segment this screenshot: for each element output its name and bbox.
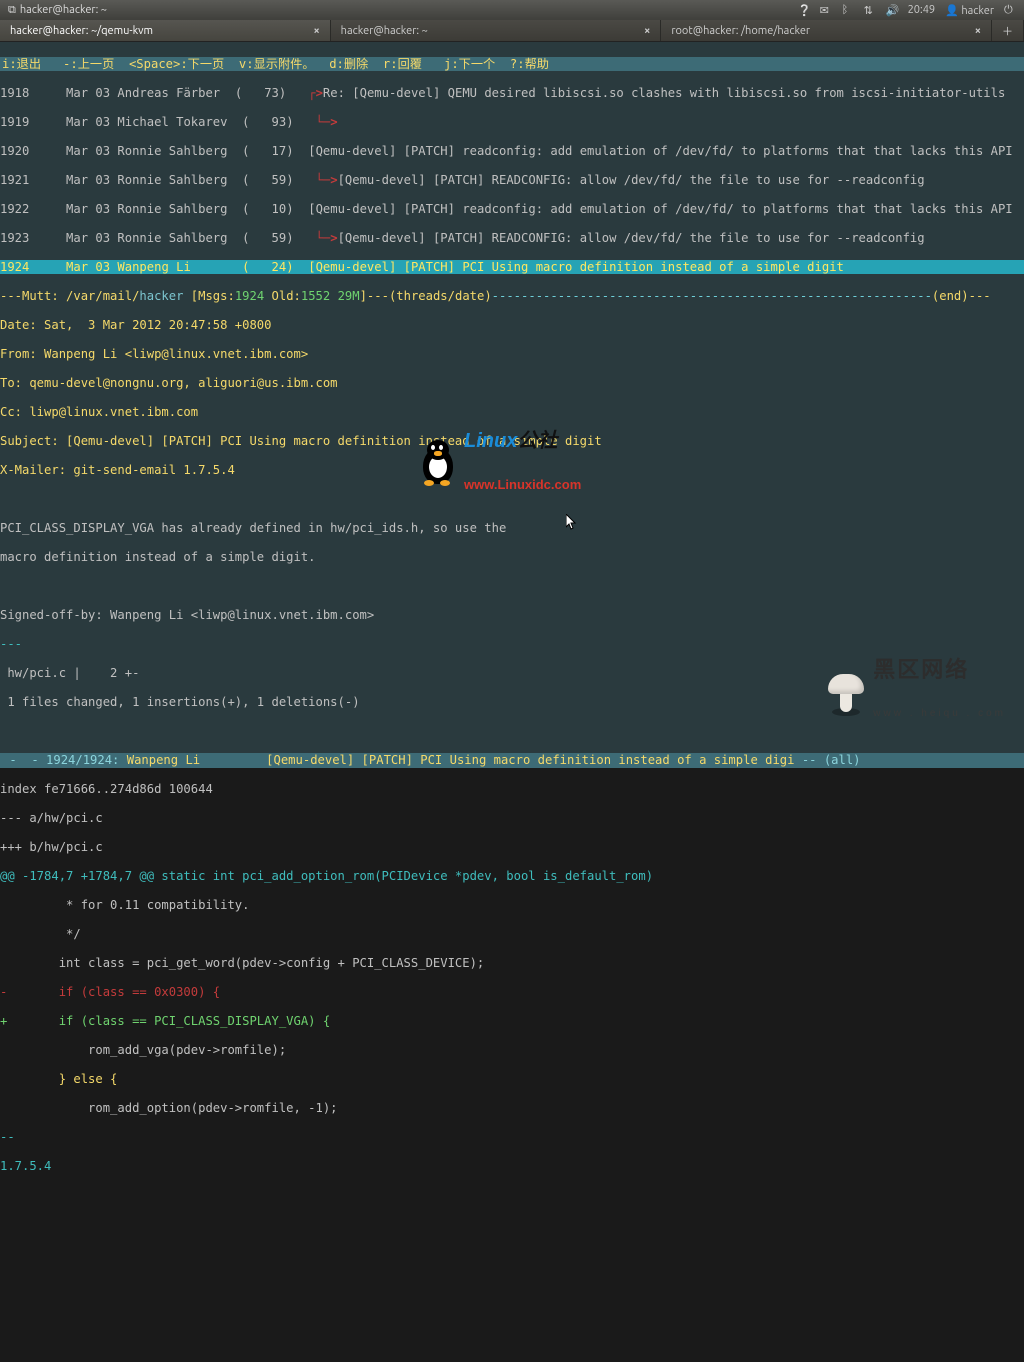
mail-icon[interactable]: ✉ [820,4,832,16]
close-tab-icon[interactable]: × [313,25,319,37]
mail-index-row[interactable]: 1921 Mar 03 Ronnie Sahlberg ( 59) └─>[Qe… [0,173,1024,188]
mail-index-row[interactable]: 1920 Mar 03 Ronnie Sahlberg ( 17) [Qemu-… [0,144,1024,159]
window-app-icon: ⧉ [8,4,16,17]
mutt-status-line: ---Mutt: /var/mail/hacker [Msgs:1924 Old… [0,289,1024,304]
mail-body [0,492,1024,507]
terminal-tab-1[interactable]: hacker@hacker: ~/qemu-kvm × [0,20,331,41]
volume-icon[interactable]: 🔊 [886,4,898,16]
os-titlebar: ⧉ hacker@hacker: ~ ❔ ✉ ᛒ ⇅ 🔊 20:49 👤 hac… [0,0,1024,20]
mutt-pager-status: - - 1924/1924: Wanpeng Li [Qemu-devel] [… [0,753,1024,768]
mail-header-xmailer: X-Mailer: git-send-email 1.7.5.4 [0,463,1024,478]
diff-removed: - if (class == 0x0300) { [0,985,1024,1000]
diff-line: index fe71666..274d86d 100644 [0,782,1024,797]
git-version: 1.7.5.4 [0,1159,1024,1174]
mail-header-subject: Subject: [Qemu-devel] [PATCH] PCI Using … [0,434,1024,449]
mail-index-row[interactable]: 1919 Mar 03 Michael Tokarev ( 93) └─> [0,115,1024,130]
mail-index-row[interactable]: 1922 Mar 03 Ronnie Sahlberg ( 10) [Qemu-… [0,202,1024,217]
diff-context: * for 0.11 compatibility. [0,898,1024,913]
terminal-tab-3[interactable]: root@hacker: /home/hacker × [661,20,992,41]
tab-label: hacker@hacker: ~/qemu-kvm [10,25,153,37]
mail-signed-off: Signed-off-by: Wanpeng Li <liwp@linux.vn… [0,608,1024,623]
user-indicator[interactable]: 👤 hacker [945,4,994,17]
diff-context: rom_add_option(pdev->romfile, -1); [0,1101,1024,1116]
mail-index-row[interactable]: 1923 Mar 03 Ronnie Sahlberg ( 59) └─>[Qe… [0,231,1024,246]
help-icon[interactable]: ❔ [798,4,810,16]
diffstat: hw/pci.c | 2 +- [0,666,1024,681]
terminal-pane[interactable]: i:退出 -:上一页 <Space>:下一页 v:显示附件。 d:删除 r:回覆… [0,42,1024,768]
diff-context: } else { [0,1072,1024,1087]
close-tab-icon[interactable]: × [644,25,650,37]
mail-header-date: Date: Sat, 3 Mar 2012 20:47:58 +0800 [0,318,1024,333]
diff-old-file: --- a/hw/pci.c [0,811,1024,826]
mail-header-from: From: Wanpeng Li <liwp@linux.vnet.ibm.co… [0,347,1024,362]
diff-new-file: +++ b/hw/pci.c [0,840,1024,855]
new-tab-button[interactable]: ＋ [992,20,1024,41]
terminal-tabbar: hacker@hacker: ~/qemu-kvm × hacker@hacke… [0,20,1024,42]
diff-trailer: -- [0,1130,1024,1145]
system-tray[interactable]: ❔ ✉ ᛒ ⇅ 🔊 20:49 👤 hacker ⏻ [798,4,1016,17]
diff-context: rom_add_vga(pdev->romfile); [0,1043,1024,1058]
close-tab-icon[interactable]: × [975,25,981,37]
mail-index-row[interactable]: 1918 Mar 03 Andreas Färber ( 73) ┌>Re: [… [0,86,1024,101]
tab-label: hacker@hacker: ~ [341,25,428,37]
bluetooth-icon[interactable]: ᛒ [842,4,854,16]
network-icon[interactable]: ⇅ [864,4,876,16]
mail-header-cc: Cc: liwp@linux.vnet.ibm.com [0,405,1024,420]
clock[interactable]: 20:49 [908,4,936,16]
mutt-help-bar: i:退出 -:上一页 <Space>:下一页 v:显示附件。 d:删除 r:回覆… [0,57,1024,72]
mail-separator: --- [0,637,1024,652]
mail-body [0,579,1024,594]
tab-label: root@hacker: /home/hacker [671,25,810,37]
power-icon[interactable]: ⏻ [1004,4,1016,16]
diff-added: + if (class == PCI_CLASS_DISPLAY_VGA) { [0,1014,1024,1029]
mail-index-row-selected[interactable]: 1924 Mar 03 Wanpeng Li ( 24) [Qemu-devel… [0,260,1024,275]
diff-context: */ [0,927,1024,942]
diffstat: 1 files changed, 1 insertions(+), 1 dele… [0,695,1024,710]
mail-header-to: To: qemu-devel@nongnu.org, aliguori@us.i… [0,376,1024,391]
diff-context: int class = pci_get_word(pdev->config + … [0,956,1024,971]
terminal-tab-2[interactable]: hacker@hacker: ~ × [331,20,662,41]
mail-body: PCI_CLASS_DISPLAY_VGA has already define… [0,521,1024,536]
diff-hunk: @@ -1784,7 +1784,7 @@ static int pci_add… [0,869,1024,884]
mail-body: macro definition instead of a simple dig… [0,550,1024,565]
window-title: hacker@hacker: ~ [20,4,107,16]
